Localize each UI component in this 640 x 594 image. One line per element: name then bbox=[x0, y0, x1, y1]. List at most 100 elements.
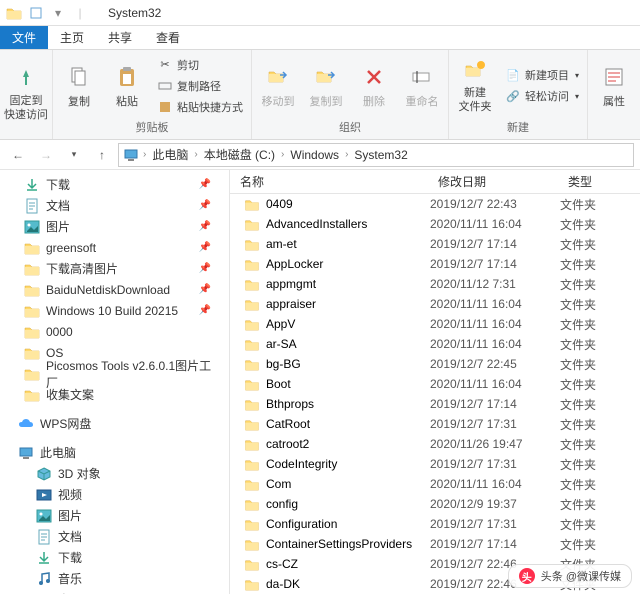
nav-pane[interactable]: 下载📌文档📌图片📌greensoft📌下载高清图片📌BaiduNetdiskDo… bbox=[0, 170, 230, 594]
table-row[interactable]: ar-SA2020/11/11 16:04文件夹 bbox=[230, 334, 640, 354]
new-item-button[interactable]: 📄新建项目▾ bbox=[501, 65, 583, 85]
file-type: 文件夹 bbox=[560, 256, 630, 273]
nav-quick-item[interactable]: BaiduNetdiskDownload📌 bbox=[0, 279, 229, 300]
nav-pc-item[interactable]: 3D 对象 bbox=[0, 463, 229, 484]
file-list[interactable]: 名称 修改日期 类型 04092019/12/7 22:43文件夹Advance… bbox=[230, 170, 640, 594]
table-row[interactable]: AppLocker2019/12/7 17:14文件夹 bbox=[230, 254, 640, 274]
file-date: 2020/11/11 16:04 bbox=[430, 297, 560, 311]
table-row[interactable]: appmgmt2020/11/12 7:31文件夹 bbox=[230, 274, 640, 294]
address-bar: ← → ▾ ↑ › 此电脑 › 本地磁盘 (C:) › Windows › Sy… bbox=[0, 140, 640, 170]
window-title: System32 bbox=[108, 6, 161, 20]
pin-icon: 📌 bbox=[199, 284, 211, 295]
qat-item[interactable] bbox=[26, 3, 46, 23]
crumb[interactable]: Windows bbox=[288, 148, 341, 162]
chevron-right-icon[interactable]: › bbox=[345, 149, 348, 160]
table-row[interactable]: Bthprops2019/12/7 17:14文件夹 bbox=[230, 394, 640, 414]
group-label: 新建 bbox=[453, 119, 583, 137]
pin-quick-access-button[interactable]: 固定到 快速访问 bbox=[4, 61, 48, 127]
table-row[interactable]: bg-BG2019/12/7 22:45文件夹 bbox=[230, 354, 640, 374]
copy-to-button[interactable]: 复制到 bbox=[304, 53, 348, 119]
table-row[interactable]: Configuration2019/12/7 17:31文件夹 bbox=[230, 514, 640, 534]
qat-dropdown[interactable]: ▾ bbox=[48, 3, 68, 23]
table-row[interactable]: CodeIntegrity2019/12/7 17:31文件夹 bbox=[230, 454, 640, 474]
crumb[interactable]: 本地磁盘 (C:) bbox=[202, 146, 277, 163]
nav-pc-item[interactable]: 下载 bbox=[0, 547, 229, 568]
table-row[interactable]: 04092019/12/7 22:43文件夹 bbox=[230, 194, 640, 214]
file-date: 2020/12/9 19:37 bbox=[430, 497, 560, 511]
nav-pc-item[interactable]: 音乐 bbox=[0, 568, 229, 589]
table-row[interactable]: catroot22020/11/26 19:47文件夹 bbox=[230, 434, 640, 454]
nav-quick-item[interactable]: Windows 10 Build 20215📌 bbox=[0, 300, 229, 321]
nav-quick-item[interactable]: 文档📌 bbox=[0, 195, 229, 216]
table-row[interactable]: ContainerSettingsProviders2019/12/7 17:1… bbox=[230, 534, 640, 554]
file-date: 2019/12/7 17:31 bbox=[430, 457, 560, 471]
table-row[interactable]: Com2020/11/11 16:04文件夹 bbox=[230, 474, 640, 494]
tab-view[interactable]: 查看 bbox=[144, 26, 192, 49]
file-type: 文件夹 bbox=[560, 356, 630, 373]
file-name: 0409 bbox=[266, 197, 293, 211]
delete-button[interactable]: 删除 bbox=[352, 53, 396, 119]
nav-quick-item[interactable]: Picosmos Tools v2.6.0.1图片工厂 bbox=[0, 363, 229, 384]
folder-icon bbox=[24, 345, 40, 361]
moveto-icon bbox=[264, 63, 292, 91]
folder-icon bbox=[244, 578, 260, 591]
file-name: bg-BG bbox=[266, 357, 301, 371]
file-date: 2020/11/11 16:04 bbox=[430, 317, 560, 331]
nav-quick-item[interactable]: greensoft📌 bbox=[0, 237, 229, 258]
nav-quick-item[interactable]: 图片📌 bbox=[0, 216, 229, 237]
new-folder-button[interactable]: 新建 文件夹 bbox=[453, 53, 497, 119]
nav-pc-item[interactable]: 视频 bbox=[0, 484, 229, 505]
folder-icon bbox=[244, 418, 260, 431]
breadcrumb[interactable]: › 此电脑 › 本地磁盘 (C:) › Windows › System32 bbox=[118, 143, 634, 167]
nav-this-pc[interactable]: 此电脑 bbox=[0, 442, 229, 463]
recent-dropdown[interactable]: ▾ bbox=[62, 143, 86, 167]
nav-pc-item[interactable]: 桌面 bbox=[0, 589, 229, 594]
nav-quick-item[interactable]: 下载高清图片📌 bbox=[0, 258, 229, 279]
tab-file[interactable]: 文件 bbox=[0, 26, 48, 49]
ribbon-group-pin: 固定到 快速访问 bbox=[0, 50, 53, 139]
table-row[interactable]: AdvancedInstallers2020/11/11 16:04文件夹 bbox=[230, 214, 640, 234]
paste-shortcut-button[interactable]: 粘贴快捷方式 bbox=[153, 97, 247, 117]
chevron-right-icon[interactable]: › bbox=[281, 149, 284, 160]
file-name: am-et bbox=[266, 237, 297, 251]
folder-icon bbox=[24, 240, 40, 256]
ribbon-group-new: 新建 文件夹 📄新建项目▾ 🔗轻松访问▾ 新建 bbox=[449, 50, 588, 139]
crumb[interactable]: System32 bbox=[352, 148, 409, 162]
folder-icon bbox=[244, 298, 260, 311]
move-to-button[interactable]: 移动到 bbox=[256, 53, 300, 119]
col-name[interactable]: 名称 bbox=[230, 173, 430, 190]
folder-icon bbox=[24, 324, 40, 340]
tab-home[interactable]: 主页 bbox=[48, 26, 96, 49]
folder-icon bbox=[24, 366, 40, 382]
cut-button[interactable]: ✂剪切 bbox=[153, 55, 247, 75]
nav-item-label: greensoft bbox=[46, 241, 96, 255]
nav-quick-item[interactable]: 0000 bbox=[0, 321, 229, 342]
table-row[interactable]: AppV2020/11/11 16:04文件夹 bbox=[230, 314, 640, 334]
table-row[interactable]: Boot2020/11/11 16:04文件夹 bbox=[230, 374, 640, 394]
back-button[interactable]: ← bbox=[6, 143, 30, 167]
nav-quick-item[interactable]: 下载📌 bbox=[0, 174, 229, 195]
forward-button[interactable]: → bbox=[34, 143, 58, 167]
properties-button[interactable]: 属性 bbox=[592, 53, 636, 119]
up-button[interactable]: ↑ bbox=[90, 143, 114, 167]
chevron-right-icon[interactable]: › bbox=[194, 149, 197, 160]
table-row[interactable]: CatRoot2019/12/7 17:31文件夹 bbox=[230, 414, 640, 434]
table-row[interactable]: appraiser2020/11/11 16:04文件夹 bbox=[230, 294, 640, 314]
easy-access-button[interactable]: 🔗轻松访问▾ bbox=[501, 86, 583, 106]
crumb[interactable]: 此电脑 bbox=[150, 146, 190, 163]
nav-pc-item[interactable]: 图片 bbox=[0, 505, 229, 526]
nav-pc-item[interactable]: 文档 bbox=[0, 526, 229, 547]
col-type[interactable]: 类型 bbox=[560, 173, 630, 190]
copy-button[interactable]: 复制 bbox=[57, 53, 101, 119]
table-row[interactable]: config2020/12/9 19:37文件夹 bbox=[230, 494, 640, 514]
rename-button[interactable]: 重命名 bbox=[400, 53, 444, 119]
pc-icon bbox=[123, 148, 139, 162]
col-date[interactable]: 修改日期 bbox=[430, 173, 560, 190]
chevron-right-icon[interactable]: › bbox=[143, 149, 146, 160]
table-row[interactable]: am-et2019/12/7 17:14文件夹 bbox=[230, 234, 640, 254]
paste-button[interactable]: 粘贴 bbox=[105, 53, 149, 119]
tab-share[interactable]: 共享 bbox=[96, 26, 144, 49]
copy-path-button[interactable]: 复制路径 bbox=[153, 76, 247, 96]
nav-quick-item[interactable]: 收集文案 bbox=[0, 384, 229, 405]
nav-wps[interactable]: WPS网盘 bbox=[0, 413, 229, 434]
